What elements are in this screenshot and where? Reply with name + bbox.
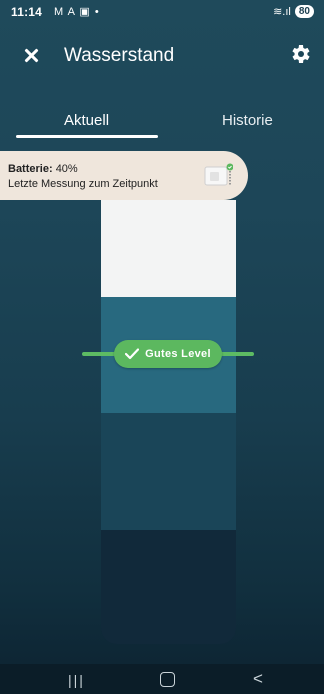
tank-empty-section — [101, 200, 236, 297]
app-bar: Wasserstand — [0, 40, 324, 74]
battery-value: 40% — [55, 163, 78, 175]
system-nav-bar: ||| < — [0, 664, 324, 694]
home-button[interactable] — [160, 672, 175, 687]
status-right: ≋.ıl 80 — [273, 5, 314, 18]
wifi-signal-icon: ≋.ıl — [273, 6, 291, 18]
tank-low-section — [101, 413, 236, 530]
tab-historie[interactable]: Historie — [222, 112, 273, 129]
tank-critical-section — [101, 530, 236, 644]
recent-apps-button[interactable]: ||| — [68, 672, 85, 688]
back-button[interactable]: < — [253, 669, 263, 689]
level-status-badge: Gutes Level — [114, 340, 222, 368]
tab-bar: Aktuell Historie — [0, 108, 324, 138]
check-icon — [125, 348, 140, 360]
status-time: 11:14 — [11, 5, 43, 19]
last-measurement-text: Letzte Messung zum Zeitpunkt — [8, 178, 158, 190]
tab-aktuell[interactable]: Aktuell — [64, 112, 109, 129]
sensor-device-icon — [204, 163, 233, 186]
battery-label: Batterie: — [8, 163, 53, 175]
tab-active-indicator — [16, 135, 158, 138]
page-title: Wasserstand — [64, 45, 175, 66]
notification-icons: M A ▣ • — [54, 6, 100, 18]
battery-line: Batterie: 40% — [8, 163, 78, 175]
battery-indicator: 80 — [294, 5, 314, 18]
battery-info-card: Batterie: 40% Letzte Messung zum Zeitpun… — [0, 151, 248, 200]
level-status-label: Gutes Level — [145, 348, 211, 360]
gear-icon[interactable] — [288, 42, 312, 66]
water-tank — [101, 200, 236, 644]
close-icon[interactable] — [20, 43, 46, 69]
status-bar: 11:14 M A ▣ • ≋.ıl 80 — [0, 0, 324, 26]
